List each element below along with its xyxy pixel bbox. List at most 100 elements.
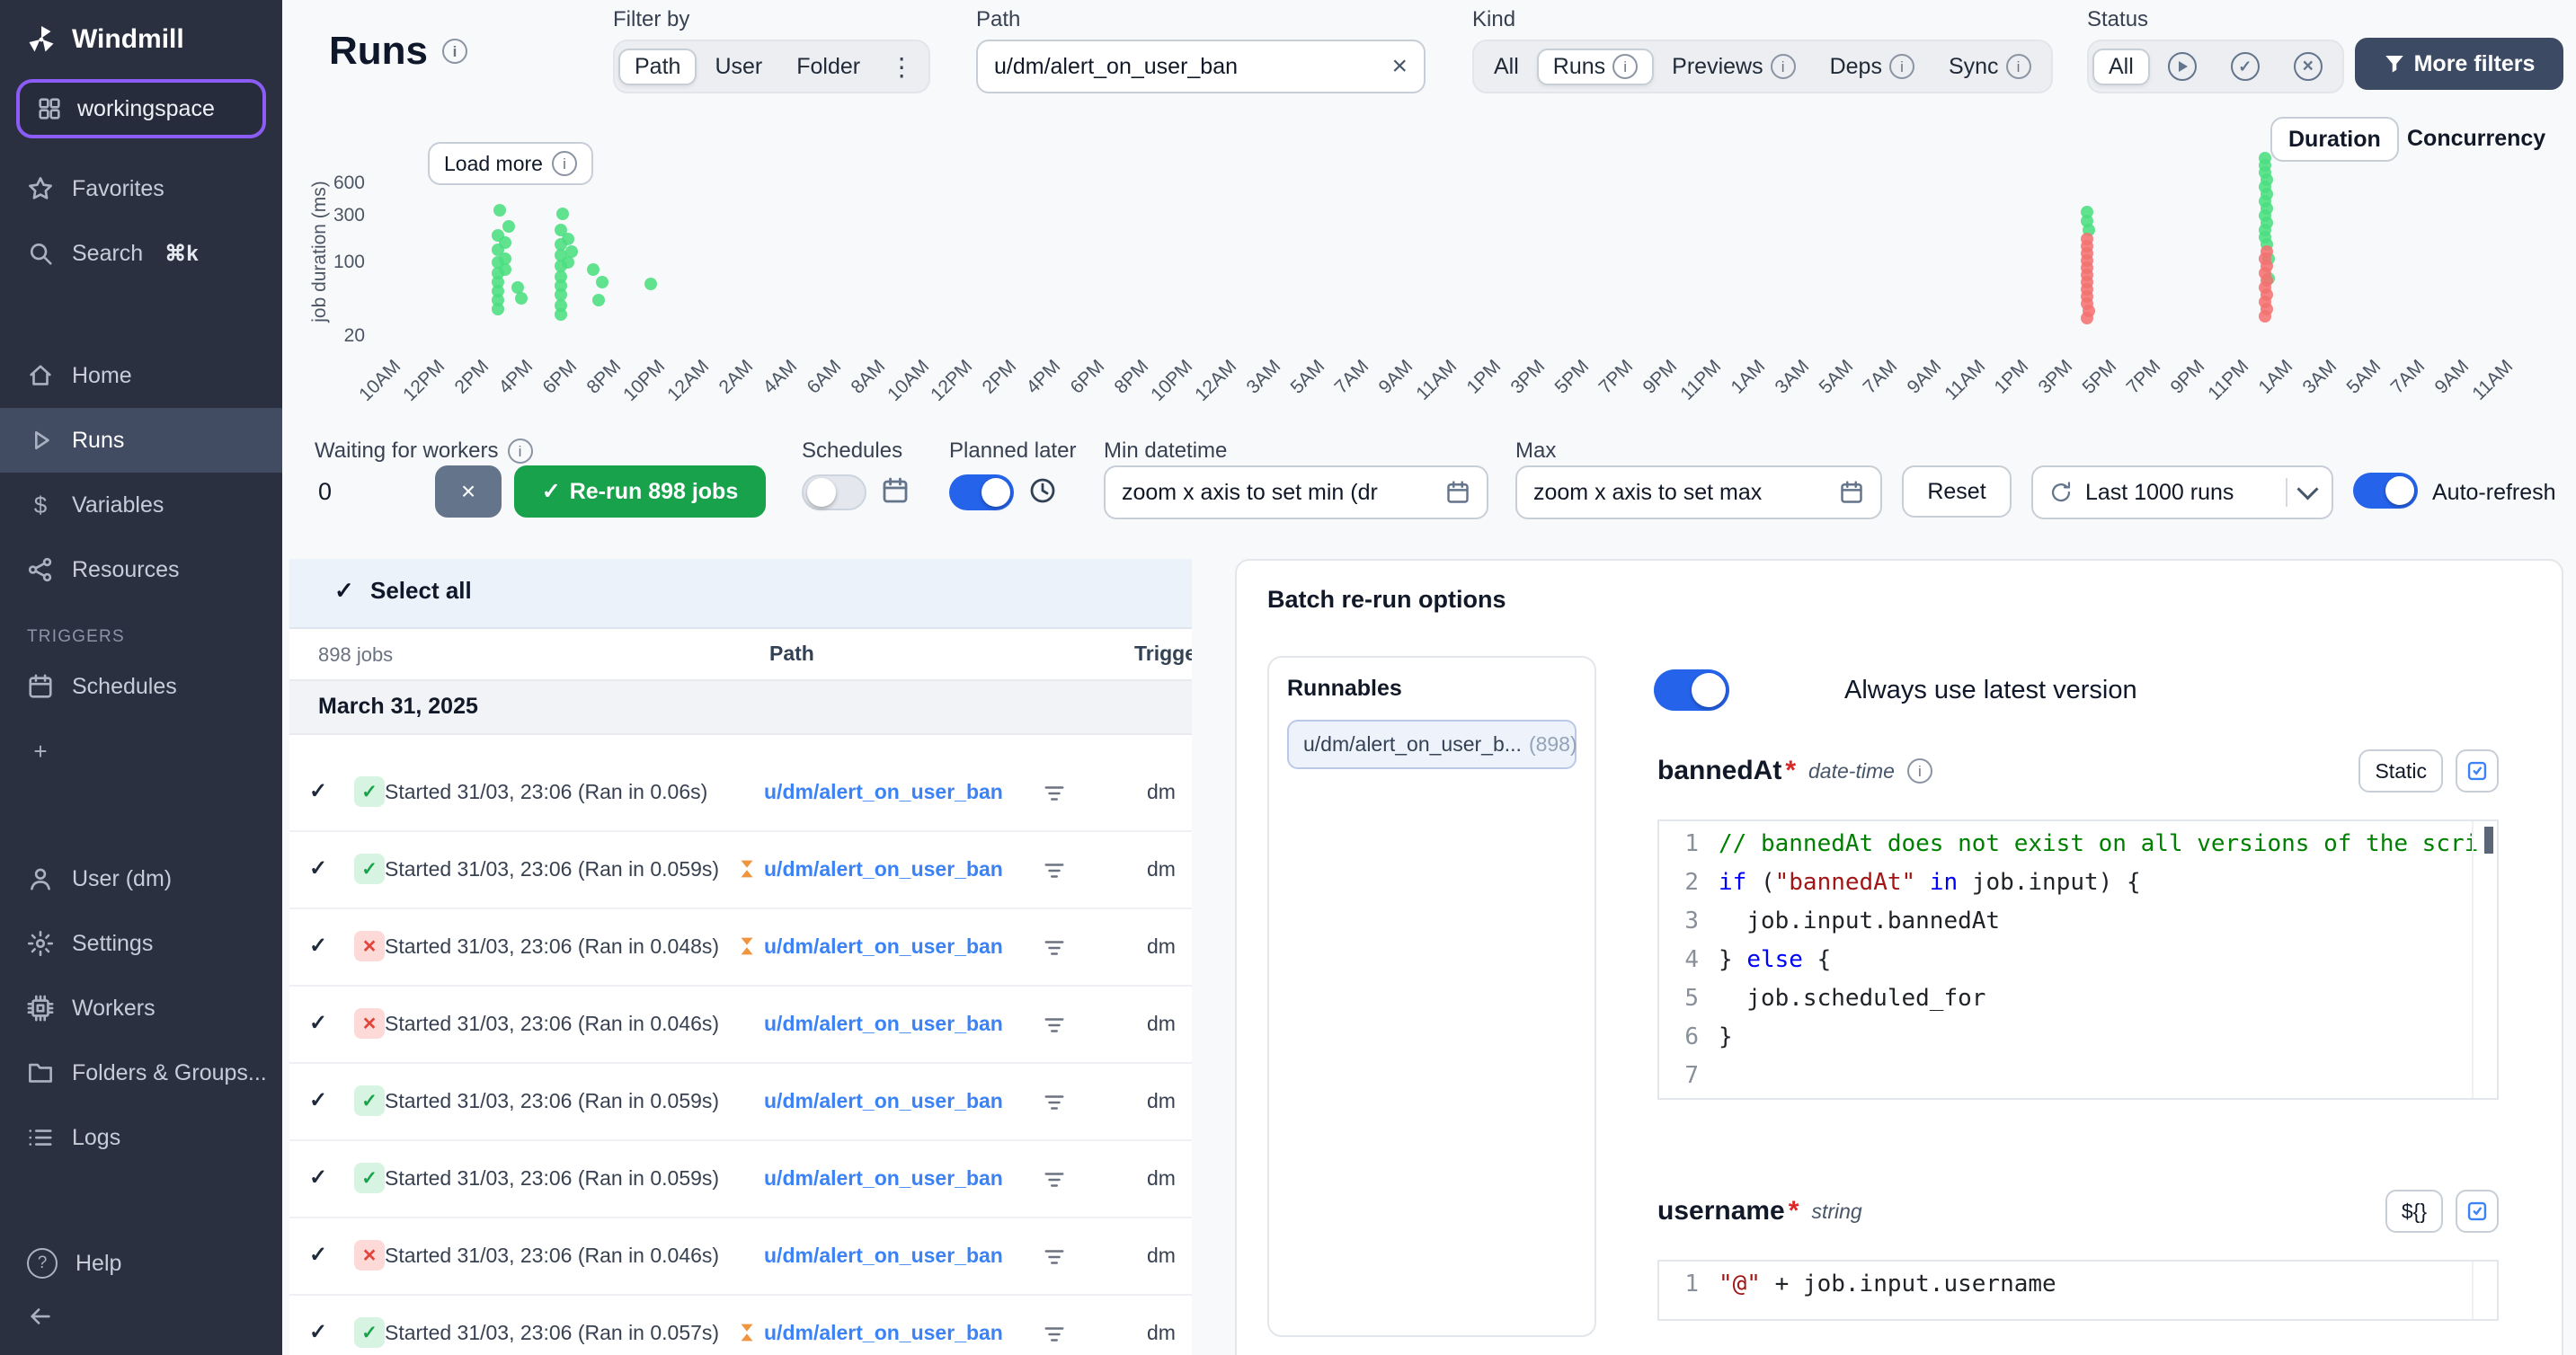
scatter-point[interactable] <box>2081 312 2093 324</box>
scatter-point[interactable] <box>592 294 605 306</box>
reset-button[interactable]: Reset <box>1902 465 2012 518</box>
divider <box>2286 478 2287 507</box>
scatter-point[interactable] <box>515 292 528 305</box>
filter-lines-icon[interactable] <box>1043 1091 1066 1114</box>
run-path-link[interactable]: u/dm/alert_on_user_ban <box>764 780 1003 804</box>
sidebar-add-trigger-button[interactable]: + <box>0 719 282 784</box>
sidebar-item-schedules[interactable]: Schedules <box>0 654 282 719</box>
template-toggle-button[interactable]: ${} <box>2385 1190 2443 1233</box>
x-axis-tick: 7PM <box>1594 356 1638 399</box>
row-checkbox[interactable]: ✓ <box>309 1319 327 1345</box>
calendar-icon[interactable] <box>1839 480 1864 505</box>
run-path-link[interactable]: u/dm/alert_on_user_ban <box>764 1012 1003 1036</box>
static-toggle-button[interactable]: Static <box>2358 749 2443 793</box>
run-path-link[interactable]: u/dm/alert_on_user_ban <box>764 1321 1003 1345</box>
duration-scatter-chart[interactable]: 10AM12PM2PM4PM6PM8PM10PM12AM2AM4AM6AM8AM… <box>282 0 2576 413</box>
run-row[interactable]: ✓ × Started 31/03, 23:06 (Ran in 0.046s)… <box>289 987 1192 1064</box>
run-path-link[interactable]: u/dm/alert_on_user_ban <box>764 1089 1003 1113</box>
username-code-editor[interactable]: 1"@" + job.input.username <box>1657 1260 2499 1321</box>
scatter-point[interactable] <box>562 233 574 245</box>
sidebar-item-workers[interactable]: Workers <box>0 976 282 1041</box>
run-row[interactable]: ✓ ✓ Started 31/03, 23:06 (Ran in 0.059s)… <box>289 1064 1192 1141</box>
min-datetime-input[interactable]: zoom x axis to set min (dr <box>1104 465 1488 519</box>
sidebar-item-home[interactable]: Home <box>0 343 282 408</box>
field-info-icon[interactable]: i <box>1907 758 1932 784</box>
sidebar-item-logs[interactable]: Logs <box>0 1105 282 1170</box>
run-path-link[interactable]: u/dm/alert_on_user_ban <box>764 1244 1003 1268</box>
scatter-point[interactable] <box>492 303 504 315</box>
run-row[interactable]: ✓ ✓ Started 31/03, 23:06 (Ran in 0.059s)… <box>289 832 1192 909</box>
play-icon <box>27 427 54 454</box>
workspace-switcher[interactable]: workingspace <box>16 79 266 138</box>
calendar-icon[interactable] <box>881 476 910 505</box>
sidebar-item-folders-groups[interactable]: Folders & Groups... <box>0 1041 282 1105</box>
scatter-point[interactable] <box>2259 310 2271 323</box>
rerun-jobs-button[interactable]: ✓ Re-run 898 jobs <box>514 465 766 518</box>
runnable-item[interactable]: u/dm/alert_on_user_b... (898) <box>1287 720 1577 769</box>
sidebar-item-search[interactable]: Search ⌘k <box>0 221 282 286</box>
select-all-row[interactable]: ✓ Select all <box>289 559 1192 629</box>
row-checkbox[interactable]: ✓ <box>309 1087 327 1113</box>
run-row[interactable]: ✓ × Started 31/03, 23:06 (Ran in 0.048s)… <box>289 909 1192 987</box>
run-path-link[interactable]: u/dm/alert_on_user_ban <box>764 1166 1003 1191</box>
sidebar-item-settings[interactable]: Settings <box>0 911 282 976</box>
row-checkbox[interactable]: ✓ <box>309 1165 327 1191</box>
runs-window-dropdown[interactable]: Last 1000 runs <box>2031 465 2333 519</box>
scatter-point[interactable] <box>555 308 567 321</box>
windmill-logo-icon <box>25 23 58 56</box>
scatter-point[interactable] <box>562 256 574 269</box>
run-row[interactable]: ✓ ✓ Started 31/03, 23:06 (Ran in 0.06s) … <box>289 755 1192 832</box>
filter-lines-icon[interactable] <box>1043 1014 1066 1037</box>
scatter-point[interactable] <box>565 245 578 258</box>
sidebar-item-variables[interactable]: $ Variables <box>0 473 282 537</box>
scatter-point[interactable] <box>644 278 657 290</box>
run-path-link[interactable]: u/dm/alert_on_user_ban <box>764 934 1003 959</box>
sidebar-item-help[interactable]: ? Help <box>0 1231 282 1296</box>
sidebar-item-runs[interactable]: Runs <box>0 408 282 473</box>
row-checkbox[interactable]: ✓ <box>309 1242 327 1268</box>
x-axis-tick: 9PM <box>1639 356 1682 399</box>
scatter-point[interactable] <box>499 236 511 249</box>
filter-lines-icon[interactable] <box>1043 859 1066 882</box>
row-checkbox[interactable]: ✓ <box>309 933 327 959</box>
run-row[interactable]: ✓ × Started 31/03, 23:06 (Ran in 0.046s)… <box>289 1218 1192 1296</box>
run-row[interactable]: ✓ ✓ Started 31/03, 23:06 (Ran in 0.059s)… <box>289 1141 1192 1218</box>
scatter-point[interactable] <box>502 220 515 233</box>
run-path-link[interactable]: u/dm/alert_on_user_ban <box>764 857 1003 881</box>
sidebar-item-resources[interactable]: Resources <box>0 537 282 602</box>
filter-lines-icon[interactable] <box>1043 1245 1066 1269</box>
planned-later-toggle[interactable] <box>949 474 1014 510</box>
scatter-point[interactable] <box>493 204 506 217</box>
calendar-icon[interactable] <box>1445 480 1470 505</box>
scatter-point[interactable] <box>596 276 608 288</box>
collapse-sidebar-button[interactable] <box>0 1296 282 1355</box>
dollar-icon: $ <box>27 492 54 519</box>
filter-lines-icon[interactable] <box>1043 1168 1066 1191</box>
auto-refresh-toggle[interactable] <box>2353 473 2418 509</box>
filter-lines-icon[interactable] <box>1043 936 1066 960</box>
editor-scrollbar[interactable] <box>2484 827 2493 854</box>
code-editor-toggle-button[interactable] <box>2456 1190 2499 1233</box>
sidebar-item-favorites[interactable]: Favorites <box>0 156 282 221</box>
row-checkbox[interactable]: ✓ <box>309 778 327 804</box>
app-logo[interactable]: Windmill <box>0 0 282 72</box>
row-checkbox[interactable]: ✓ <box>309 855 327 881</box>
run-row[interactable]: ✓ ✓ Started 31/03, 23:06 (Ran in 0.057s)… <box>289 1296 1192 1355</box>
run-triggered-by: dm <box>1147 1012 1176 1036</box>
max-datetime-input[interactable]: zoom x axis to set max <box>1515 465 1882 519</box>
runnables-label: Runnables <box>1287 676 1577 702</box>
code-editor-toggle-button[interactable] <box>2456 749 2499 793</box>
field-name: bannedAt <box>1657 756 1781 786</box>
sidebar-item-user[interactable]: User (dm) <box>0 846 282 911</box>
filter-lines-icon[interactable] <box>1043 782 1066 805</box>
deselect-all-button[interactable]: × <box>435 465 502 518</box>
scatter-point[interactable] <box>556 208 569 220</box>
scatter-point[interactable] <box>587 263 600 276</box>
schedules-toggle[interactable] <box>802 474 866 510</box>
latest-version-toggle[interactable] <box>1654 669 1729 711</box>
filter-lines-icon[interactable] <box>1043 1323 1066 1346</box>
clock-icon[interactable] <box>1028 476 1057 505</box>
scatter-point[interactable] <box>499 263 511 276</box>
row-checkbox[interactable]: ✓ <box>309 1010 327 1036</box>
bannedat-code-editor[interactable]: 1// bannedAt does not exist on all versi… <box>1657 819 2499 1100</box>
